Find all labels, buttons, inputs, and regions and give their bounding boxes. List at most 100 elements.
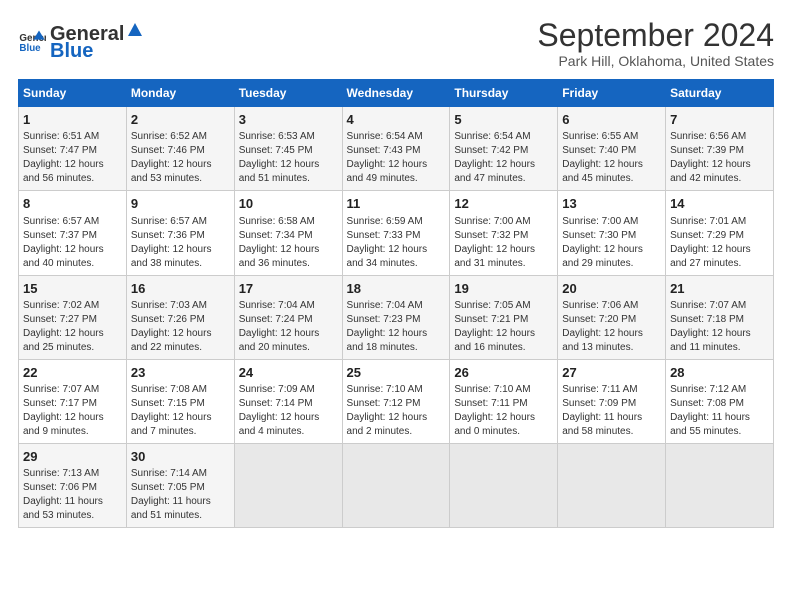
sunset-text: Sunset: 7:27 PM <box>23 314 97 325</box>
day-number: 30 <box>131 448 230 466</box>
sunset-text: Sunset: 7:21 PM <box>454 314 528 325</box>
calendar-cell: 16Sunrise: 7:03 AMSunset: 7:26 PMDayligh… <box>126 275 234 359</box>
calendar-cell: 26Sunrise: 7:10 AMSunset: 7:11 PMDayligh… <box>450 359 558 443</box>
calendar-cell: 4Sunrise: 6:54 AMSunset: 7:43 PMDaylight… <box>342 107 450 191</box>
sunset-text: Sunset: 7:34 PM <box>239 230 313 241</box>
weekday-header-friday: Friday <box>558 80 666 107</box>
daylight-text: Daylight: 12 hours <box>454 159 535 170</box>
daylight-minutes-text: and 45 minutes. <box>562 173 633 184</box>
daylight-text: Daylight: 12 hours <box>562 244 643 255</box>
calendar-cell <box>234 443 342 527</box>
daylight-minutes-text: and 58 minutes. <box>562 426 633 437</box>
day-number: 28 <box>670 364 769 382</box>
calendar-cell: 27Sunrise: 7:11 AMSunset: 7:09 PMDayligh… <box>558 359 666 443</box>
calendar-cell <box>558 443 666 527</box>
sunset-text: Sunset: 7:42 PM <box>454 145 528 156</box>
calendar-cell: 24Sunrise: 7:09 AMSunset: 7:14 PMDayligh… <box>234 359 342 443</box>
daylight-text: Daylight: 12 hours <box>670 328 751 339</box>
calendar-cell: 3Sunrise: 6:53 AMSunset: 7:45 PMDaylight… <box>234 107 342 191</box>
daylight-text: Daylight: 11 hours <box>131 496 211 507</box>
day-number: 22 <box>23 364 122 382</box>
sunrise-text: Sunrise: 7:12 AM <box>670 384 746 395</box>
calendar-header-row: SundayMondayTuesdayWednesdayThursdayFrid… <box>19 80 774 107</box>
calendar-cell: 19Sunrise: 7:05 AMSunset: 7:21 PMDayligh… <box>450 275 558 359</box>
main-container: General Blue General Blue September 2024… <box>0 0 792 538</box>
daylight-text: Daylight: 12 hours <box>23 328 104 339</box>
daylight-text: Daylight: 12 hours <box>454 244 535 255</box>
day-number: 14 <box>670 195 769 213</box>
daylight-minutes-text: and 42 minutes. <box>670 173 741 184</box>
day-number: 6 <box>562 111 661 129</box>
daylight-text: Daylight: 12 hours <box>239 159 320 170</box>
sunset-text: Sunset: 7:24 PM <box>239 314 313 325</box>
day-number: 25 <box>347 364 446 382</box>
daylight-minutes-text: and 47 minutes. <box>454 173 525 184</box>
daylight-text: Daylight: 12 hours <box>239 244 320 255</box>
sunrise-text: Sunrise: 6:51 AM <box>23 131 99 142</box>
calendar-cell: 20Sunrise: 7:06 AMSunset: 7:20 PMDayligh… <box>558 275 666 359</box>
sunrise-text: Sunrise: 7:11 AM <box>562 384 637 395</box>
daylight-text: Daylight: 12 hours <box>131 412 212 423</box>
daylight-minutes-text: and 38 minutes. <box>131 258 202 269</box>
calendar-week-row: 15Sunrise: 7:02 AMSunset: 7:27 PMDayligh… <box>19 275 774 359</box>
calendar-cell: 5Sunrise: 6:54 AMSunset: 7:42 PMDaylight… <box>450 107 558 191</box>
calendar-week-row: 22Sunrise: 7:07 AMSunset: 7:17 PMDayligh… <box>19 359 774 443</box>
svg-text:Blue: Blue <box>19 42 41 53</box>
sunset-text: Sunset: 7:40 PM <box>562 145 636 156</box>
daylight-text: Daylight: 12 hours <box>562 159 643 170</box>
sunrise-text: Sunrise: 6:56 AM <box>670 131 746 142</box>
day-number: 2 <box>131 111 230 129</box>
daylight-minutes-text: and 16 minutes. <box>454 342 525 353</box>
daylight-text: Daylight: 12 hours <box>23 412 104 423</box>
day-number: 3 <box>239 111 338 129</box>
sunset-text: Sunset: 7:11 PM <box>454 398 527 409</box>
calendar-cell: 14Sunrise: 7:01 AMSunset: 7:29 PMDayligh… <box>666 191 774 275</box>
daylight-text: Daylight: 12 hours <box>239 412 320 423</box>
calendar-cell: 13Sunrise: 7:00 AMSunset: 7:30 PMDayligh… <box>558 191 666 275</box>
calendar-cell: 12Sunrise: 7:00 AMSunset: 7:32 PMDayligh… <box>450 191 558 275</box>
sunset-text: Sunset: 7:32 PM <box>454 230 528 241</box>
daylight-text: Daylight: 12 hours <box>347 328 428 339</box>
sunset-text: Sunset: 7:30 PM <box>562 230 636 241</box>
calendar-cell: 17Sunrise: 7:04 AMSunset: 7:24 PMDayligh… <box>234 275 342 359</box>
sunset-text: Sunset: 7:23 PM <box>347 314 421 325</box>
daylight-minutes-text: and 27 minutes. <box>670 258 741 269</box>
logo: General Blue General Blue <box>18 18 146 63</box>
sunset-text: Sunset: 7:17 PM <box>23 398 97 409</box>
calendar-week-row: 1 Sunrise: 6:51 AM Sunset: 7:47 PM Daylight… <box>19 107 774 191</box>
day-number: 29 <box>23 448 122 466</box>
day-number: 21 <box>670 280 769 298</box>
calendar-cell: 6Sunrise: 6:55 AMSunset: 7:40 PMDaylight… <box>558 107 666 191</box>
daylight-text: Daylight: 12 hours <box>239 328 320 339</box>
logo-icon: General Blue <box>18 27 46 55</box>
calendar-cell: 9Sunrise: 6:57 AMSunset: 7:36 PMDaylight… <box>126 191 234 275</box>
day-number: 1 <box>23 111 122 129</box>
day-number: 4 <box>347 111 446 129</box>
daylight-text: Daylight: 12 hours <box>454 412 535 423</box>
daylight-text: Daylight: 12 hours <box>23 244 104 255</box>
sunset-text: Sunset: 7:43 PM <box>347 145 421 156</box>
header-section: General Blue General Blue September 2024… <box>18 18 774 69</box>
sunrise-text: Sunrise: 7:04 AM <box>347 300 423 311</box>
daylight-minutes-text: and 36 minutes. <box>239 258 310 269</box>
daylight-text: Daylight: 12 hours <box>347 244 428 255</box>
sunrise-text: Sunrise: 7:01 AM <box>670 216 746 227</box>
daylight-minutes-text: and 9 minutes. <box>23 426 89 437</box>
daylight-minutes-text: and 18 minutes. <box>347 342 418 353</box>
sunset-text: Sunset: 7:47 PM <box>23 145 97 156</box>
day-number: 19 <box>454 280 553 298</box>
day-number: 24 <box>239 364 338 382</box>
calendar-week-row: 29Sunrise: 7:13 AMSunset: 7:06 PMDayligh… <box>19 443 774 527</box>
sunrise-text: Sunrise: 6:59 AM <box>347 216 423 227</box>
day-number: 20 <box>562 280 661 298</box>
day-number: 9 <box>131 195 230 213</box>
calendar-cell: 15Sunrise: 7:02 AMSunset: 7:27 PMDayligh… <box>19 275 127 359</box>
daylight-minutes-text: and 11 minutes. <box>670 342 740 353</box>
sunset-text: Sunset: 7:46 PM <box>131 145 205 156</box>
day-number: 23 <box>131 364 230 382</box>
day-number: 15 <box>23 280 122 298</box>
title-section: September 2024 Park Hill, Oklahoma, Unit… <box>537 18 774 69</box>
logo-triangle-icon <box>124 18 146 40</box>
daylight-minutes-text: and 51 minutes. <box>239 173 310 184</box>
sunset-text: Sunset: 7:26 PM <box>131 314 205 325</box>
